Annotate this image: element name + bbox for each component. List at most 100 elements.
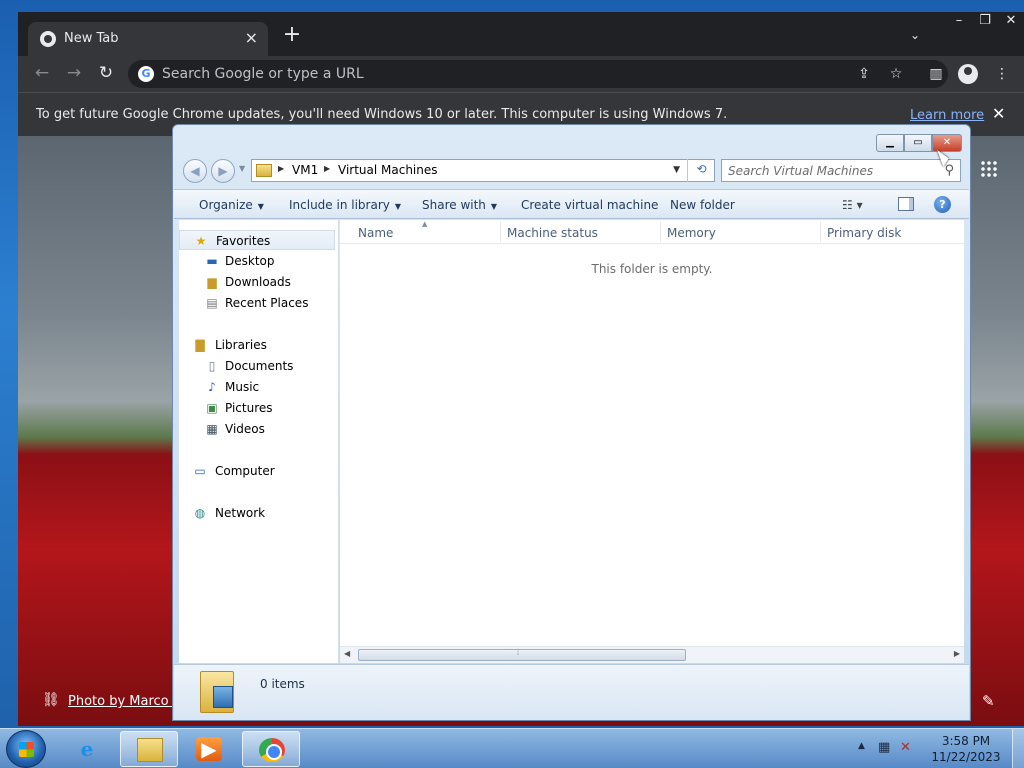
- explorer-forward-icon[interactable]: ▶: [211, 159, 235, 183]
- nav-recent-places[interactable]: ▤ Recent Places: [179, 293, 339, 313]
- address-dropdown-icon[interactable]: ▼: [673, 165, 680, 175]
- side-panel-icon[interactable]: ▥: [926, 64, 946, 84]
- refresh-icon[interactable]: ⟲: [687, 159, 715, 182]
- taskbar-google-chrome[interactable]: [242, 731, 300, 767]
- navigation-pane: ★ Favorites ▬ Desktop ▆ Downloads ▤ Rece…: [179, 220, 339, 663]
- scrollbar-thumb[interactable]: ⦙: [358, 648, 686, 661]
- sort-indicator-icon: ▲: [422, 220, 428, 228]
- taskbar-media-player[interactable]: ▶: [180, 731, 238, 767]
- explorer-back-icon[interactable]: ◀: [183, 159, 207, 183]
- start-button[interactable]: [6, 730, 46, 768]
- breadcrumb-arrow-icon[interactable]: ▶: [278, 164, 284, 173]
- back-arrow-icon[interactable]: ←: [30, 62, 54, 86]
- browser-toolbar: ← → ↻ G ⇪ ☆ ▥ ⋮: [18, 56, 1024, 92]
- nav-libraries[interactable]: ▇ Libraries: [179, 335, 339, 355]
- new-tab-button[interactable]: +: [280, 24, 304, 48]
- nav-music[interactable]: ♪ Music: [179, 377, 339, 397]
- customize-pencil-icon[interactable]: ✎: [982, 692, 995, 710]
- taskbar-internet-explorer[interactable]: e: [58, 731, 116, 767]
- libraries-icon: ▇: [195, 338, 205, 352]
- profile-avatar-icon[interactable]: [958, 64, 978, 84]
- column-divider[interactable]: [820, 222, 821, 242]
- explorer-minimize-button[interactable]: ▁: [876, 134, 904, 152]
- breadcrumb-vm1[interactable]: VM1: [292, 163, 318, 177]
- preview-pane-icon[interactable]: [898, 197, 914, 211]
- show-hidden-icons-chevron[interactable]: ▲: [858, 741, 865, 751]
- omnibox-input[interactable]: [162, 64, 822, 84]
- share-with-label: Share with: [422, 198, 486, 212]
- windows-explorer-icon: [137, 738, 163, 762]
- nav-network[interactable]: ◍ Network: [179, 503, 339, 523]
- nav-downloads[interactable]: ▆ Downloads: [179, 272, 339, 292]
- forward-arrow-icon[interactable]: →: [62, 62, 86, 86]
- include-in-library-button[interactable]: Include in library ▼: [289, 198, 401, 212]
- clock-date[interactable]: 11/22/2023: [928, 750, 1004, 764]
- organize-button[interactable]: Organize ▼: [199, 198, 264, 212]
- show-desktop-button[interactable]: [1012, 729, 1024, 768]
- nav-favorites[interactable]: ★ Favorites: [179, 230, 335, 250]
- documents-icon: ▯: [208, 359, 216, 373]
- tab-search-chevron-icon[interactable]: ⌄: [910, 28, 920, 42]
- explorer-search-box[interactable]: ⚲: [721, 159, 961, 182]
- column-divider[interactable]: [660, 222, 661, 242]
- explorer-search-input[interactable]: [728, 163, 928, 179]
- reload-icon[interactable]: ↻: [94, 62, 118, 86]
- nav-pictures[interactable]: ▣ Pictures: [179, 398, 339, 418]
- horizontal-scrollbar[interactable]: ◀ ⦙ ▶: [340, 646, 964, 663]
- command-bar: Organize ▼ Include in library ▼ Share with…: [174, 189, 969, 219]
- star-icon: ★: [195, 234, 207, 248]
- address-bar[interactable]: ▶ VM1 ▶ Virtual Machines ▼: [251, 159, 715, 182]
- minimize-button[interactable]: –: [946, 12, 972, 32]
- empty-folder-message: This folder is empty.: [591, 262, 713, 276]
- learn-more-link[interactable]: Learn more: [910, 108, 984, 123]
- breadcrumb-virtual-machines[interactable]: Virtual Machines: [338, 163, 438, 177]
- bookmark-star-icon[interactable]: ☆: [886, 64, 906, 84]
- new-folder-button[interactable]: New folder: [670, 198, 735, 212]
- desktop-icon: ▬: [206, 254, 218, 268]
- pictures-icon: ▣: [206, 401, 218, 415]
- share-with-button[interactable]: Share with ▼: [422, 198, 497, 212]
- network-tray-icon[interactable]: ▦: [878, 740, 894, 755]
- column-primary-disk[interactable]: Primary disk: [827, 226, 901, 240]
- change-view-icon[interactable]: ☷ ▾: [842, 198, 863, 212]
- column-machine-status[interactable]: Machine status: [507, 226, 598, 240]
- help-icon[interactable]: ?: [934, 196, 951, 213]
- nav-videos-label: Videos: [225, 422, 265, 436]
- close-window-button[interactable]: ✕: [998, 12, 1024, 32]
- address-folder-icon: [256, 164, 272, 177]
- nav-documents[interactable]: ▯ Documents: [179, 356, 339, 376]
- computer-icon: ▭: [194, 464, 206, 478]
- tab-new-tab[interactable]: New Tab ×: [28, 22, 268, 56]
- maximize-button[interactable]: ❐: [972, 12, 998, 32]
- google-apps-grid-icon[interactable]: [980, 160, 998, 178]
- photo-credit-link[interactable]: Photo by Marco S: [68, 694, 181, 709]
- omnibox[interactable]: G ⇪ ☆: [128, 60, 948, 88]
- scroll-right-arrow-icon[interactable]: ▶: [954, 649, 960, 658]
- music-note-icon: ♪: [208, 380, 216, 394]
- nav-libraries-label: Libraries: [215, 338, 267, 352]
- tab-close-icon[interactable]: ×: [245, 28, 258, 47]
- breadcrumb-arrow-icon[interactable]: ▶: [324, 164, 330, 173]
- nav-videos[interactable]: ▦ Videos: [179, 419, 339, 439]
- clock-time[interactable]: 3:58 PM: [928, 734, 1004, 748]
- organize-label: Organize: [199, 198, 253, 212]
- share-icon[interactable]: ⇪: [854, 64, 874, 84]
- create-virtual-machine-button[interactable]: Create virtual machine: [521, 198, 658, 212]
- infobar-close-icon[interactable]: ✕: [992, 104, 1005, 123]
- volume-muted-icon[interactable]: ✕: [900, 740, 916, 755]
- column-name[interactable]: Name: [358, 226, 393, 240]
- recent-pages-chevron-icon[interactable]: ▼: [239, 164, 245, 173]
- taskbar-windows-explorer[interactable]: [120, 731, 178, 767]
- explorer-maximize-button[interactable]: ▭: [904, 134, 932, 152]
- scroll-grip-icon: ⦙: [517, 648, 520, 658]
- scroll-left-arrow-icon[interactable]: ◀: [344, 649, 350, 658]
- column-divider[interactable]: [500, 222, 501, 242]
- nav-computer[interactable]: ▭ Computer: [179, 461, 339, 481]
- videos-film-icon: ▦: [206, 422, 218, 436]
- nav-downloads-label: Downloads: [225, 275, 291, 289]
- chrome-menu-icon[interactable]: ⋮: [992, 64, 1012, 84]
- nav-desktop[interactable]: ▬ Desktop: [179, 251, 339, 271]
- taskbar: e ▶ ▲ ▦ ✕ 3:58 PM 11/22/2023: [0, 728, 1024, 768]
- explorer-window-controls: ▁ ▭ ✕: [876, 134, 962, 152]
- column-memory[interactable]: Memory: [667, 226, 716, 240]
